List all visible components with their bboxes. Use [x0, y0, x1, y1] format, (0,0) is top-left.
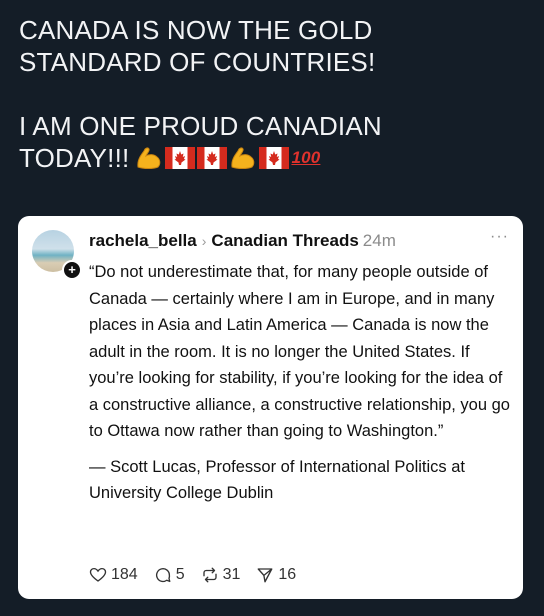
heart-icon — [89, 567, 107, 582]
canada-flag-icon — [197, 147, 228, 169]
chevron-right-icon: › — [201, 233, 207, 249]
canada-flag-icon — [165, 147, 196, 169]
canada-flag-icon — [259, 147, 290, 169]
repost-icon — [202, 567, 217, 583]
flexed-biceps-icon — [137, 147, 161, 169]
post-header: rachela_bella › Canadian Threads 24m — [89, 230, 396, 252]
like-count: 184 — [111, 566, 138, 583]
username-link[interactable]: rachela_bella — [89, 231, 197, 250]
post-quote: “Do not underestimate that, for many peo… — [89, 263, 510, 440]
repost-button[interactable]: 31 — [201, 566, 241, 584]
more-options-icon[interactable]: ··· — [490, 228, 509, 246]
send-icon — [257, 568, 273, 583]
hundred-points-icon: 100 — [291, 148, 321, 167]
post-actions: 184 5 31 16 — [89, 566, 312, 584]
share-button[interactable]: 16 — [256, 566, 296, 584]
reply-count: 5 — [175, 566, 185, 583]
reply-button[interactable]: 5 — [154, 566, 185, 584]
repost-count: 31 — [222, 566, 241, 583]
headline: CANADA IS NOW THE GOLD STANDARD OF COUNT… — [19, 14, 529, 174]
like-button[interactable]: 184 — [89, 566, 138, 584]
thread-post-card[interactable]: + rachela_bella › Canadian Threads 24m ··· … — [18, 216, 523, 599]
headline-line-1: CANADA IS NOW THE GOLD — [19, 15, 373, 45]
headline-line-2: STANDARD OF COUNTRIES! — [19, 47, 376, 77]
comment-icon — [155, 568, 171, 583]
headline-line-4: TODAY!!! — [19, 143, 130, 173]
community-link[interactable]: Canadian Threads — [211, 231, 358, 250]
post-attribution: — Scott Lucas, Professor of Internationa… — [89, 457, 466, 503]
share-count: 16 — [278, 566, 297, 583]
emoji-row: 100 — [135, 145, 320, 171]
flexed-biceps-icon — [231, 147, 255, 169]
post-timestamp: 24m — [362, 231, 396, 250]
headline-line-3: I AM ONE PROUD CANADIAN — [19, 111, 382, 141]
headline-line-4-wrap: TODAY!!! 100 — [19, 142, 529, 174]
follow-plus-icon[interactable]: + — [62, 260, 82, 280]
post-body: “Do not underestimate that, for many peo… — [89, 259, 511, 507]
